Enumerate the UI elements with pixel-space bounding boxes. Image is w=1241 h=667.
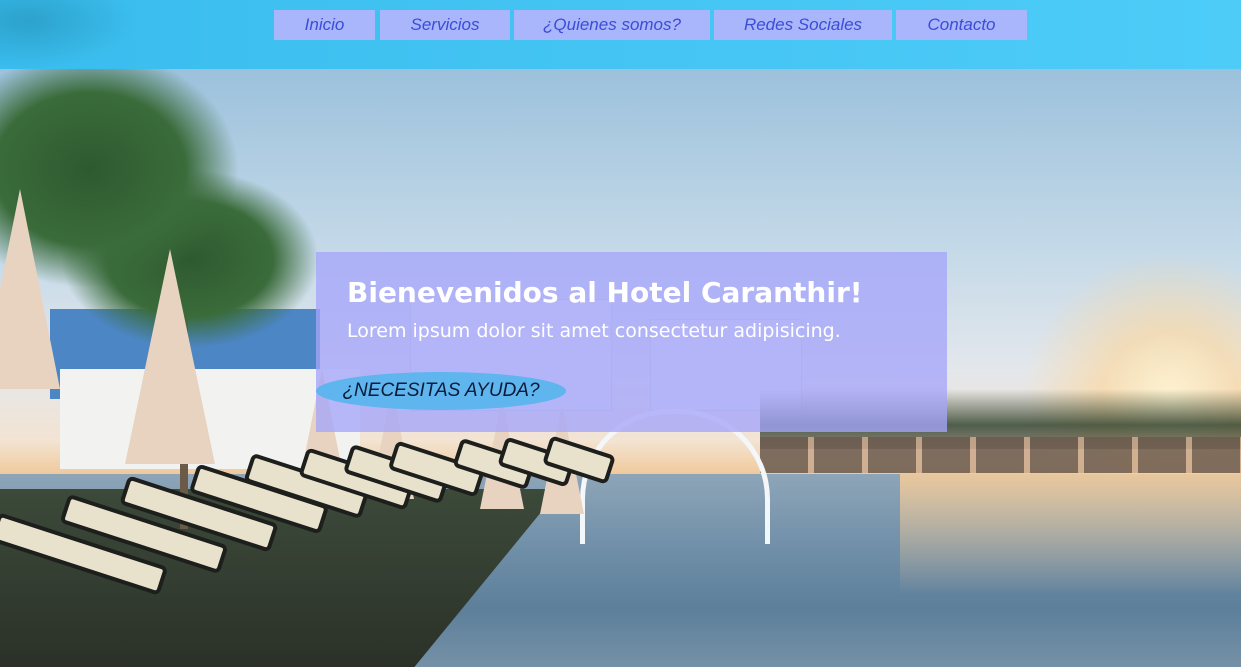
page: Inicio Servicios ¿Quienes somos? Redes S… [0, 0, 1241, 667]
umbrella [125, 249, 215, 464]
umbrella [0, 189, 60, 389]
hero-title: Bienevenidos al Hotel Caranthir! [347, 276, 863, 309]
nav-item-inicio[interactable]: Inicio [274, 10, 375, 40]
hero-subtitle: Lorem ipsum dolor sit amet consectetur a… [347, 320, 841, 342]
nav-item-servicios[interactable]: Servicios [380, 10, 510, 40]
palm-shadow-decoration [0, 0, 140, 69]
welcome-panel: Bienevenidos al Hotel Caranthir! Lorem i… [316, 252, 947, 432]
top-nav-bar: Inicio Servicios ¿Quienes somos? Redes S… [0, 0, 1241, 69]
nav-item-redes-sociales[interactable]: Redes Sociales [714, 10, 892, 40]
cabanas-row [760, 437, 1241, 473]
help-button[interactable]: ¿NECESITAS AYUDA? [316, 372, 566, 410]
nav-item-quienes-somos[interactable]: ¿Quienes somos? [514, 10, 710, 40]
pool-sun-reflection [900, 474, 1241, 594]
nav-item-contacto[interactable]: Contacto [896, 10, 1027, 40]
